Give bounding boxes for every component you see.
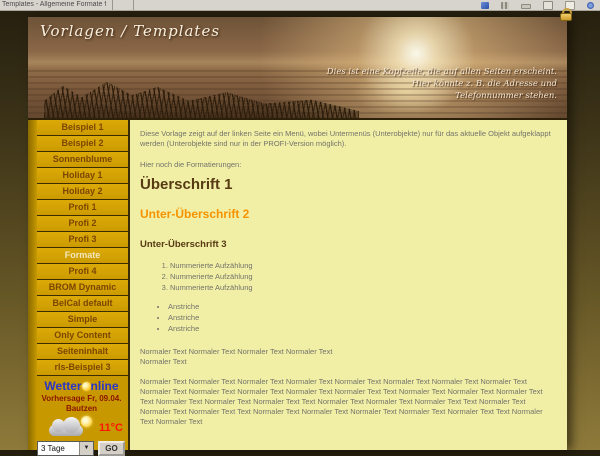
list-item: Nummerierte Aufzählung xyxy=(170,283,557,293)
sidebar-item-belcal-default[interactable]: BelCal default xyxy=(37,296,128,312)
tab-separator xyxy=(112,0,113,10)
browser-tab-bar: Templates - Allgemeine Formate für Texte… xyxy=(0,0,600,11)
site-title: Vorlagen / Templates xyxy=(40,22,220,40)
intro-paragraph: Diese Vorlage zeigt auf der linken Seite… xyxy=(140,129,557,149)
forecast-range-select[interactable]: 3 Tage ▼ xyxy=(37,441,94,456)
normal-text-long: Normaler Text Normaler Text Normaler Tex… xyxy=(140,377,557,427)
list-item: Nummerierte Aufzählung xyxy=(170,261,557,271)
tab-separator xyxy=(133,0,134,10)
browser-toolbar xyxy=(481,1,594,10)
list-item: Anstriche xyxy=(168,313,557,323)
sidebar-item-profi-3[interactable]: Profi 3 xyxy=(37,232,128,248)
weather-widget: Wetter nline Vorhersage Fr, 09.04. Bautze… xyxy=(37,380,126,456)
main-content: Diese Vorlage zeigt auf der linken Seite… xyxy=(130,120,567,450)
list-item: Nummerierte Aufzählung xyxy=(170,272,557,282)
sidebar-item-holiday-2[interactable]: Holiday 2 xyxy=(37,184,128,200)
sidebar-item-formate[interactable]: Formate xyxy=(37,248,128,264)
forecast-date: Vorhersage Fr, 09.04. xyxy=(37,394,126,403)
lock-icon xyxy=(559,8,573,21)
bookmark-icon[interactable] xyxy=(481,2,489,9)
weather-condition-row: 11°C xyxy=(37,415,126,438)
minimize-icon[interactable] xyxy=(521,4,531,9)
sidebar-item-only-content[interactable]: Only Content xyxy=(37,328,128,344)
header-tagline: Dies ist eine Kopfzeile, die auf allen S… xyxy=(327,66,557,102)
heading-3: Unter-Überschrift 3 xyxy=(140,240,557,250)
forecast-range-value: 3 Tage xyxy=(38,442,79,455)
normal-text-short: Normaler Text Normaler Text Normaler Tex… xyxy=(140,347,557,367)
sidebar-item-beispiel-1[interactable]: Beispiel 1 xyxy=(37,120,128,136)
sidebar: Beispiel 1 Beispiel 2 Sonnenblume Holida… xyxy=(28,120,130,450)
numbered-list: Nummerierte Aufzählung Nummerierte Aufzä… xyxy=(140,261,557,293)
sidebar-item-simple[interactable]: Simple xyxy=(37,312,128,328)
sidebar-item-seiteninhalt[interactable]: Seiteninhalt xyxy=(37,344,128,360)
weather-controls: 3 Tage ▼ GO xyxy=(37,441,126,456)
tagline-line: Telefonnummer stehen. xyxy=(327,90,557,102)
bullet-list: Anstriche Anstriche Anstriche xyxy=(140,302,557,334)
sidebar-menu: Beispiel 1 Beispiel 2 Sonnenblume Holida… xyxy=(37,120,128,376)
heading-2: Unter-Überschrift 2 xyxy=(140,209,557,219)
sidebar-item-profi-4[interactable]: Profi 4 xyxy=(37,264,128,280)
wetteronline-logo[interactable]: Wetter nline xyxy=(37,380,126,393)
sidebar-item-rls-beispiel-3[interactable]: rls-Beispiel 3 xyxy=(37,360,128,376)
chevron-down-icon[interactable]: ▼ xyxy=(79,442,93,455)
site-body: Beispiel 1 Beispiel 2 Sonnenblume Holida… xyxy=(28,118,567,450)
tagline-line: Dies ist eine Kopfzeile, die auf allen S… xyxy=(327,66,557,78)
normal-text-line: Normaler Text xyxy=(140,357,187,366)
sidebar-item-beispiel-2[interactable]: Beispiel 2 xyxy=(37,136,128,152)
sidebar-item-brom-dynamic[interactable]: BROM Dynamic xyxy=(37,280,128,296)
website-preview: Vorlagen / Templates Dies ist eine Kopfz… xyxy=(28,17,567,450)
lock-body xyxy=(560,13,572,21)
grid-icon[interactable] xyxy=(501,2,509,9)
help-icon[interactable] xyxy=(587,2,594,9)
site-header-image: Vorlagen / Templates Dies ist eine Kopfz… xyxy=(28,17,567,118)
logo-text-suffix: nline xyxy=(91,379,119,393)
sun-icon xyxy=(82,382,91,391)
browser-tab-title[interactable]: Templates - Allgemeine Formate für Texte… xyxy=(2,1,106,9)
tagline-line: Hier könnte z. B. die Adresse und xyxy=(327,78,557,90)
forecast-location: Bautzen xyxy=(37,404,126,413)
formats-label: Hier noch die Formatierungen: xyxy=(140,160,557,170)
heading-1: Überschrift 1 xyxy=(140,180,557,190)
normal-text-line: Normaler Text Normaler Text Normaler Tex… xyxy=(140,347,332,356)
window-icon[interactable] xyxy=(543,1,553,10)
sun-icon xyxy=(81,416,92,427)
list-item: Anstriche xyxy=(168,324,557,334)
go-button[interactable]: GO xyxy=(98,441,125,456)
temperature-value: 11°C xyxy=(99,422,123,434)
sidebar-item-holiday-1[interactable]: Holiday 1 xyxy=(37,168,128,184)
list-item: Anstriche xyxy=(168,302,557,312)
sidebar-item-sonnenblume[interactable]: Sonnenblume xyxy=(37,152,128,168)
sidebar-item-profi-2[interactable]: Profi 2 xyxy=(37,216,128,232)
sidebar-item-profi-1[interactable]: Profi 1 xyxy=(37,200,128,216)
logo-text-prefix: Wetter xyxy=(44,379,81,393)
cloud-icon xyxy=(49,425,83,436)
